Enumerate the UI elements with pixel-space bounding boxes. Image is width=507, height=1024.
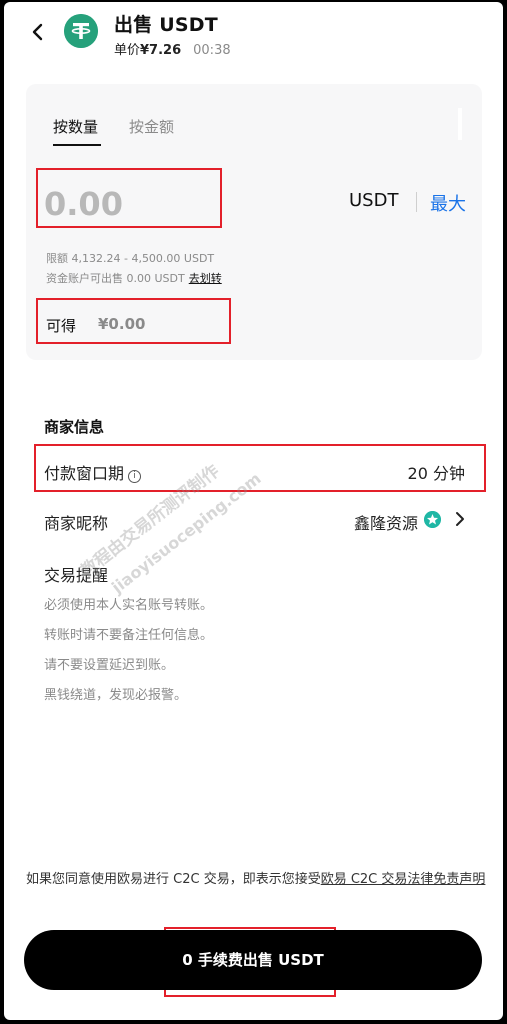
nickname-label: 商家昵称 — [44, 514, 109, 533]
limit-text: 限额 4,132.24 - 4,500.00 USDT — [46, 252, 215, 265]
mode-tabs: 按数量 按金额 — [26, 84, 482, 146]
trade-tip: 请不要设置延迟到账。 — [44, 658, 175, 673]
amount-unit: USDT — [349, 190, 399, 211]
tab-by-quantity[interactable]: 按数量 — [53, 116, 98, 137]
available-text: 资金账户可出售 0.00 USDT — [46, 272, 185, 285]
countdown-timer: 00:38 — [193, 43, 231, 58]
payment-window-value: 20 分钟 — [407, 464, 465, 483]
unit-price: ¥7.26 — [140, 43, 182, 58]
available-balance: 资金账户可出售 0.00 USDT 去划转 — [46, 270, 222, 286]
price-label: 单价 — [114, 43, 141, 58]
phone-screen: 出售 USDT 单价¥7.26 00:38 按数量 按金额 USDT 最大 限额 … — [4, 2, 503, 1020]
sell-button[interactable]: 0 手续费出售 USDT — [24, 930, 482, 990]
header: 出售 USDT 单价¥7.26 00:38 — [4, 2, 503, 66]
info-icon[interactable]: i — [128, 470, 142, 483]
legal-link[interactable]: 欧易 C2C 交易法律免责声明 — [321, 872, 486, 887]
page-title: 出售 USDT — [114, 14, 218, 36]
merchant-section-title: 商家信息 — [44, 418, 105, 436]
trade-tip: 转账时请不要备注任何信息。 — [44, 628, 214, 643]
payment-window-row: 付款窗口期 i — [44, 460, 142, 484]
max-button[interactable]: 最大 — [430, 190, 466, 216]
trade-tips-title: 交易提醒 — [44, 566, 109, 585]
legal-text: 如果您同意使用欧易进行 C2C 交易，即表示您接受 — [26, 872, 321, 887]
transfer-link[interactable]: 去划转 — [189, 272, 222, 285]
tether-icon — [64, 14, 98, 48]
tab-scroll-fade — [458, 108, 462, 140]
payment-window-label: 付款窗口期 — [44, 464, 125, 483]
price-line: 单价¥7.26 00:38 — [114, 39, 231, 58]
chevron-right-icon[interactable] — [454, 509, 466, 529]
verified-badge-icon — [424, 511, 441, 528]
highlight-box-amount — [36, 168, 222, 228]
highlight-box-receive — [36, 298, 231, 344]
tab-by-amount[interactable]: 按金额 — [129, 116, 174, 137]
trade-tip: 必须使用本人实名账号转账。 — [44, 598, 214, 613]
back-arrow-icon[interactable] — [26, 18, 50, 46]
trade-tip: 黑钱绕道，发现必报警。 — [44, 688, 188, 703]
unit-divider — [416, 192, 417, 212]
active-tab-indicator — [53, 144, 101, 146]
nickname-value[interactable]: 鑫隆资源 — [354, 510, 418, 534]
legal-disclaimer: 如果您同意使用欧易进行 C2C 交易，即表示您接受欧易 C2C 交易法律免责声明 — [26, 868, 492, 892]
